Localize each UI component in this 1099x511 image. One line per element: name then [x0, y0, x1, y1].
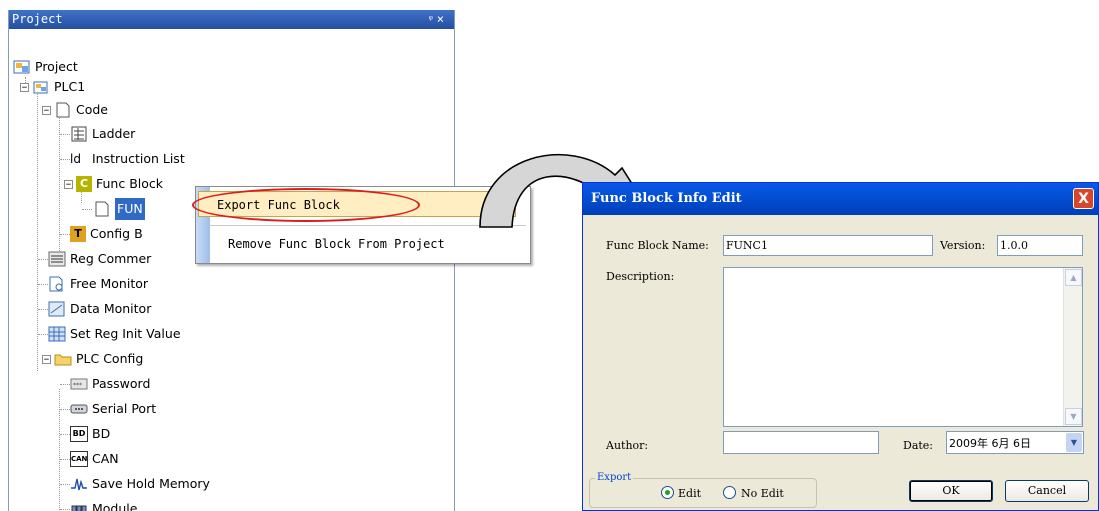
instruction-list-icon: ld: [70, 152, 81, 166]
config-block-icon: T: [70, 226, 86, 242]
panel-title: Project: [12, 12, 63, 26]
collapse-icon[interactable]: −: [42, 354, 51, 364]
author-label: Author:: [606, 439, 649, 452]
export-legend: Export: [595, 472, 634, 483]
func-block-icon: C: [76, 176, 92, 192]
chevron-down-icon[interactable]: ▼: [1066, 433, 1082, 452]
tree-item-data-monitor[interactable]: Data Monitor: [48, 298, 151, 320]
func-block-name-input[interactable]: FUNC1: [723, 235, 933, 256]
tree-item-password[interactable]: *** Password: [70, 373, 150, 395]
tree-item-can[interactable]: CAN CAN: [70, 448, 119, 470]
description-textarea[interactable]: ▲ ▼: [723, 267, 1083, 427]
date-value: 2009年 6月 6日: [949, 437, 1031, 450]
version-input[interactable]: 1.0.0: [997, 235, 1083, 256]
cancel-button[interactable]: Cancel: [1005, 480, 1089, 502]
no-edit-radio[interactable]: [723, 486, 736, 499]
tree-item-project[interactable]: Project: [13, 56, 78, 78]
project-icon: [13, 59, 31, 75]
bd-icon: BD: [70, 426, 88, 442]
menu-item-remove-func-block[interactable]: Remove Func Block From Project: [210, 231, 445, 257]
grid-icon: [48, 326, 66, 342]
tree-item-instruction-list[interactable]: ld Instruction List: [70, 148, 185, 170]
edit-radio[interactable]: [661, 486, 674, 499]
document-icon: [54, 102, 72, 118]
ok-button[interactable]: OK: [909, 480, 993, 502]
can-icon: CAN: [70, 451, 88, 467]
tree-item-func-block[interactable]: − C Func Block: [64, 173, 163, 195]
tree-item-config-block[interactable]: T Config B: [70, 223, 143, 245]
date-picker[interactable]: 2009年 6月 6日 ▼: [946, 431, 1084, 454]
plc-icon: [32, 79, 50, 95]
tree-item-set-reg-init[interactable]: Set Reg Init Value: [48, 323, 181, 345]
collapse-icon[interactable]: −: [42, 105, 51, 115]
close-icon[interactable]: ×: [437, 12, 448, 26]
edit-radio-label: Edit: [678, 487, 702, 500]
tree-item-code[interactable]: − Code: [42, 99, 108, 121]
version-label: Version:: [940, 239, 986, 252]
collapse-icon[interactable]: −: [64, 179, 73, 189]
document-icon: [93, 201, 111, 217]
ladder-icon: [70, 126, 88, 142]
collapse-icon[interactable]: −: [20, 82, 29, 92]
author-input[interactable]: [723, 431, 879, 454]
scroll-up-icon[interactable]: ▲: [1065, 269, 1082, 286]
tree-item-reg-comment[interactable]: Reg Commer: [48, 248, 151, 270]
waveform-icon: [70, 476, 88, 492]
data-monitor-icon: [48, 301, 66, 317]
tree-item-plc-config[interactable]: − PLC Config: [42, 348, 143, 370]
func-block-name-label: Func Block Name:: [606, 239, 709, 252]
panel-header: Project ᵠ×: [9, 10, 454, 29]
list-icon: [48, 251, 66, 267]
monitor-icon: [48, 276, 66, 292]
tree-item-ladder[interactable]: Ladder: [70, 123, 135, 145]
tree-item-save-hold-memory[interactable]: Save Hold Memory: [70, 473, 210, 495]
func-block-info-dialog: Func Block Info Edit X Func Block Name: …: [582, 182, 1099, 511]
tree-item-fun1[interactable]: FUN: [93, 198, 145, 220]
date-label: Date:: [903, 439, 934, 452]
tree-item-module[interactable]: Module: [70, 498, 137, 511]
tree-item-bd[interactable]: BD BD: [70, 423, 110, 445]
tree-item-free-monitor[interactable]: Free Monitor: [48, 273, 148, 295]
serial-port-icon: [70, 401, 88, 417]
pin-icon[interactable]: ᵠ: [429, 12, 437, 26]
password-icon: ***: [70, 376, 88, 392]
scroll-down-icon[interactable]: ▼: [1065, 408, 1082, 425]
module-icon: [70, 501, 88, 511]
highlight-ellipse: [192, 188, 420, 222]
folder-icon: [54, 351, 72, 367]
svg-text:***: ***: [73, 382, 82, 389]
description-label: Description:: [606, 270, 675, 283]
scrollbar[interactable]: ▲ ▼: [1063, 268, 1082, 426]
tree-item-serial-port[interactable]: Serial Port: [70, 398, 156, 420]
tree-item-plc1[interactable]: − PLC1: [20, 76, 85, 98]
no-edit-radio-label: No Edit: [741, 487, 784, 500]
close-button[interactable]: X: [1073, 188, 1094, 209]
dialog-title: Func Block Info Edit: [583, 183, 1098, 215]
